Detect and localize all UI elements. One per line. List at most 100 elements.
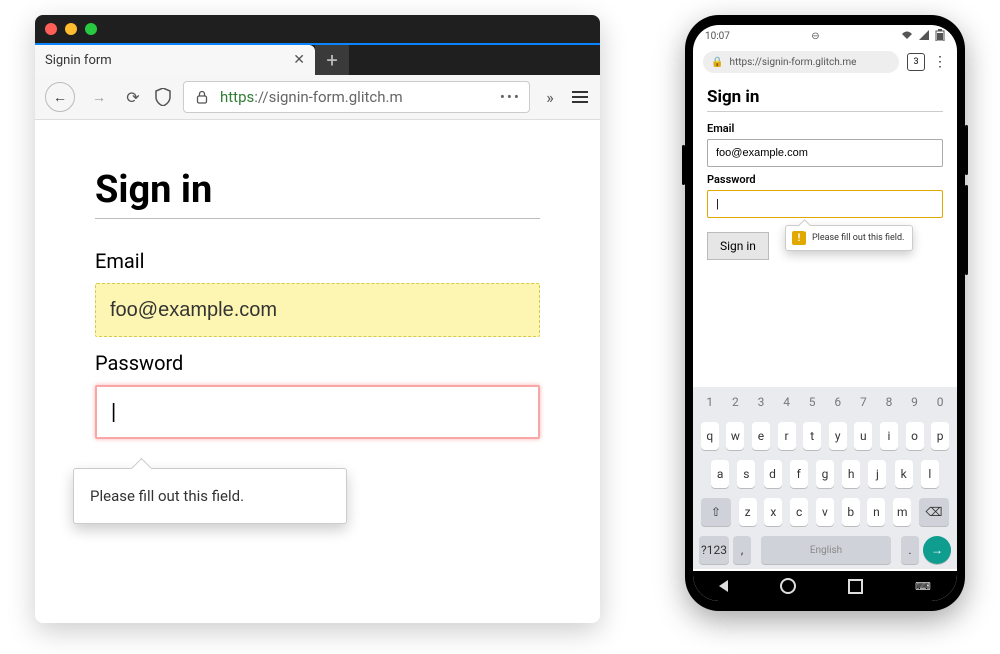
kbd-key-a[interactable]: a — [711, 460, 729, 488]
window-minimize-dot[interactable] — [65, 23, 77, 35]
mobile-signin-button[interactable]: Sign in — [707, 232, 769, 260]
mobile-password-input[interactable] — [707, 190, 943, 218]
mobile-menu-icon[interactable]: ⋮ — [933, 54, 947, 70]
kbd-shift-key[interactable]: ⇧ — [701, 498, 731, 526]
kbd-key-g[interactable]: g — [816, 460, 834, 488]
kbd-key-7[interactable]: 7 — [854, 392, 872, 412]
email-label: Email — [95, 249, 540, 273]
kbd-number-row: 1234567890 — [693, 387, 957, 417]
mobile-email-input[interactable] — [707, 139, 943, 167]
kbd-go-key[interactable]: → — [923, 536, 951, 564]
browser-tab-title: Signin form — [45, 53, 112, 68]
kbd-row-1: qwertyuiop — [693, 417, 957, 455]
kbd-key-m[interactable]: m — [893, 498, 911, 526]
nav-keyboard-switch-icon[interactable]: ⌨ — [915, 580, 931, 593]
kbd-key-q[interactable]: q — [701, 422, 719, 450]
window-close-dot[interactable] — [45, 23, 57, 35]
kbd-key-w[interactable]: w — [726, 422, 744, 450]
kbd-key-k[interactable]: k — [895, 460, 913, 488]
window-zoom-dot[interactable] — [85, 23, 97, 35]
phone-screen: 10:07 ⊖ 🔒 https://signin — [693, 25, 957, 601]
kbd-key-i[interactable]: i — [880, 422, 898, 450]
kbd-key-z[interactable]: z — [739, 498, 757, 526]
soft-keyboard: 1234567890 qwertyuiop asdfghjkl ⇧ zxcvbnm… — [693, 387, 957, 569]
mobile-address-bar[interactable]: 🔒 https://signin-form.glitch.me — [703, 51, 899, 73]
kbd-key-3[interactable]: 3 — [752, 392, 770, 412]
kbd-key-o[interactable]: o — [906, 422, 924, 450]
kbd-key-6[interactable]: 6 — [829, 392, 847, 412]
reload-icon[interactable]: ⟳ — [123, 87, 143, 107]
tracking-shield-icon[interactable] — [153, 87, 173, 107]
site-info-ellipsis-icon[interactable]: ••• — [500, 88, 521, 106]
mobile-validation-tooltip: ! Please fill out this field. — [785, 225, 913, 251]
kbd-space-key[interactable]: English — [761, 536, 891, 564]
phone-power-button[interactable] — [965, 125, 968, 175]
toolbar-overflow-chevron-icon[interactable]: » — [540, 87, 560, 107]
kbd-key-9[interactable]: 9 — [906, 392, 924, 412]
kbd-key-d[interactable]: d — [764, 460, 782, 488]
phone-side-button-left[interactable] — [682, 145, 685, 185]
phone-volume-button[interactable] — [965, 185, 968, 275]
nav-back-icon[interactable] — [719, 580, 728, 592]
kbd-key-4[interactable]: 4 — [778, 392, 796, 412]
kbd-key-n[interactable]: n — [867, 498, 885, 526]
mobile-omnibox-row: 🔒 https://signin-form.glitch.me 3 ⋮ — [693, 47, 957, 77]
mobile-password-label: Password — [707, 173, 943, 186]
statusbar-time: 10:07 — [705, 31, 730, 42]
page-heading: Sign in — [95, 168, 540, 212]
kbd-key-b[interactable]: b — [842, 498, 860, 526]
kbd-key-2[interactable]: 2 — [726, 392, 744, 412]
new-tab-button[interactable]: + — [315, 45, 349, 75]
kbd-key-x[interactable]: x — [764, 498, 782, 526]
password-label: Password — [95, 351, 540, 375]
nav-recents-icon[interactable] — [848, 579, 863, 594]
kbd-key-y[interactable]: y — [829, 422, 847, 450]
kbd-key-r[interactable]: r — [778, 422, 796, 450]
kbd-key-l[interactable]: l — [921, 460, 939, 488]
kbd-key-t[interactable]: t — [803, 422, 821, 450]
macos-titlebar — [35, 15, 600, 43]
nav-home-icon[interactable] — [780, 578, 796, 594]
address-bar[interactable]: https://signin-form.glitch.m ••• — [183, 81, 530, 113]
mobile-email-label: Email — [707, 122, 943, 135]
kbd-key-5[interactable]: 5 — [803, 392, 821, 412]
nav-forward-button[interactable]: → — [85, 83, 113, 111]
tab-close-icon[interactable]: ✕ — [293, 52, 305, 68]
mobile-page-heading: Sign in — [707, 87, 943, 107]
kbd-key-v[interactable]: v — [816, 498, 834, 526]
statusbar-signal-icon — [919, 30, 929, 43]
kbd-key-1[interactable]: 1 — [701, 392, 719, 412]
password-input[interactable] — [95, 385, 540, 439]
browser-tab-active[interactable]: Signin form ✕ — [35, 45, 315, 75]
statusbar-dnd-icon: ⊖ — [811, 31, 819, 42]
kbd-key-f[interactable]: f — [790, 460, 808, 488]
browser-tabstrip: Signin form ✕ + — [35, 43, 600, 75]
desktop-browser-window: Signin form ✕ + ← → ⟳ https://signin-for… — [35, 15, 600, 623]
kbd-comma-key[interactable]: , — [733, 536, 751, 564]
phone-statusbar: 10:07 ⊖ — [693, 25, 957, 47]
kbd-row-3: ⇧ zxcvbnm ⌫ — [693, 493, 957, 531]
kbd-key-p[interactable]: p — [931, 422, 949, 450]
kbd-key-0[interactable]: 0 — [931, 392, 949, 412]
kbd-key-c[interactable]: c — [790, 498, 808, 526]
kbd-backspace-key[interactable]: ⌫ — [919, 498, 949, 526]
kbd-key-s[interactable]: s — [737, 460, 755, 488]
android-navbar: ⌨ — [693, 571, 957, 601]
kbd-key-e[interactable]: e — [752, 422, 770, 450]
kbd-key-j[interactable]: j — [868, 460, 886, 488]
phone-device-frame: 10:07 ⊖ 🔒 https://signin — [685, 15, 965, 611]
lock-icon — [192, 87, 212, 107]
kbd-key-h[interactable]: h — [842, 460, 860, 488]
kbd-key-8[interactable]: 8 — [880, 392, 898, 412]
mobile-tooltip-text: Please fill out this field. — [812, 233, 904, 243]
mobile-address-text: https://signin-form.glitch.me — [729, 57, 856, 68]
app-menu-icon[interactable] — [570, 87, 590, 107]
kbd-row-2: asdfghjkl — [693, 455, 957, 493]
kbd-key-u[interactable]: u — [854, 422, 872, 450]
nav-back-button[interactable]: ← — [45, 82, 75, 112]
email-input[interactable] — [95, 283, 540, 337]
mobile-heading-rule — [707, 111, 943, 112]
kbd-period-key[interactable]: . — [901, 536, 919, 564]
tab-switcher-button[interactable]: 3 — [907, 53, 925, 71]
kbd-symbols-key[interactable]: ?123 — [699, 536, 729, 564]
